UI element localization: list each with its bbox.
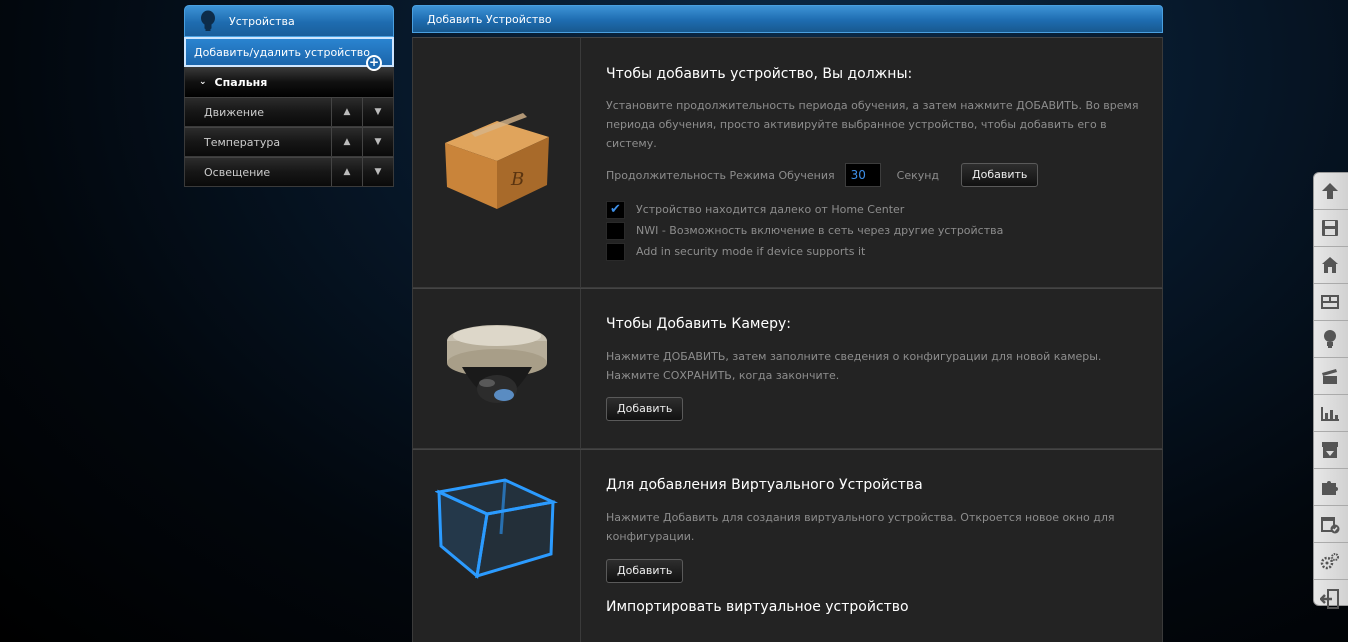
panel-header: Добавить Устройство bbox=[412, 5, 1163, 33]
schedule-icon bbox=[1321, 517, 1340, 534]
add-remove-device-button[interactable]: Добавить/удалить устройство + bbox=[184, 37, 394, 71]
option-far-from-hc[interactable]: ✔ Устройство находится далеко от Home Ce… bbox=[606, 199, 1142, 220]
move-down-icon[interactable]: ▼ bbox=[362, 128, 393, 156]
virtual-cube-icon bbox=[434, 478, 558, 579]
sidebar-item-label: Движение bbox=[204, 105, 265, 119]
plugins-icon bbox=[1322, 481, 1338, 495]
plugins-button[interactable] bbox=[1314, 469, 1348, 506]
logout-icon bbox=[1320, 588, 1339, 609]
option-label: NWI - Возможность включение в сеть через… bbox=[636, 224, 1004, 237]
sidebar-item-lighting[interactable]: Освещение ▲ ▼ bbox=[184, 157, 394, 187]
room-label: Спальня bbox=[214, 75, 268, 89]
chevron-down-icon: ⌄ bbox=[199, 77, 207, 87]
add-remove-device-label: Добавить/удалить устройство bbox=[194, 45, 370, 59]
settings-button[interactable] bbox=[1314, 543, 1348, 580]
option-label: Устройство находится далеко от Home Cent… bbox=[636, 203, 905, 216]
devices-button[interactable] bbox=[1314, 321, 1348, 358]
import-virtual-heading: Импортировать виртуальное устройство bbox=[606, 599, 909, 615]
settings-icon bbox=[1320, 553, 1339, 570]
move-down-icon[interactable]: ▼ bbox=[362, 98, 393, 126]
checkbox[interactable] bbox=[606, 221, 625, 240]
devices-header[interactable]: Устройства bbox=[184, 5, 394, 37]
checkbox[interactable] bbox=[606, 242, 625, 261]
add-device-panel: Добавить Устройство B Чтобы добавить уст… bbox=[412, 5, 1163, 642]
move-up-icon[interactable]: ▲ bbox=[331, 98, 362, 126]
panels-icon bbox=[1321, 407, 1339, 421]
image-column bbox=[413, 450, 581, 642]
bulb-icon bbox=[1324, 330, 1336, 348]
add-device-section: B Чтобы добавить устройство, Вы должны: … bbox=[412, 37, 1163, 288]
camera-icon bbox=[446, 324, 547, 403]
sidebar: Устройства Добавить/удалить устройство +… bbox=[184, 5, 394, 187]
add-camera-section: Чтобы Добавить Камеру: Нажмите ДОБАВИТЬ,… bbox=[412, 288, 1163, 449]
duration-label: Продолжительность Режима Обучения bbox=[606, 168, 835, 182]
devices-header-label: Устройства bbox=[229, 14, 295, 28]
add-device-description: Установите продолжительность периода обу… bbox=[606, 99, 1139, 150]
logout-button[interactable] bbox=[1314, 580, 1348, 617]
upload-icon bbox=[1322, 183, 1338, 199]
duration-row: Продолжительность Режима Обучения 30 Сек… bbox=[606, 163, 1142, 187]
sidebar-item-label: Температура bbox=[204, 135, 281, 149]
rooms-icon bbox=[1321, 295, 1339, 309]
schedule-button[interactable] bbox=[1314, 506, 1348, 543]
right-toolbar bbox=[1313, 172, 1348, 609]
add-device-button[interactable]: Добавить bbox=[961, 163, 1039, 187]
scenes-icon bbox=[1322, 369, 1337, 384]
add-device-content: Чтобы добавить устройство, Вы должны: Ус… bbox=[606, 38, 1142, 262]
backup-icon bbox=[1322, 442, 1338, 458]
seconds-label: Секунд bbox=[896, 168, 940, 182]
move-up-icon[interactable]: ▲ bbox=[331, 128, 362, 156]
add-virtual-button[interactable]: Добавить bbox=[606, 559, 684, 583]
image-column: B bbox=[413, 38, 581, 287]
panels-button[interactable] bbox=[1314, 395, 1348, 432]
bulb-icon bbox=[201, 10, 215, 31]
add-virtual-heading: Для добавления Виртуального Устройства bbox=[606, 477, 923, 493]
sidebar-item-motion[interactable]: Движение ▲ ▼ bbox=[184, 97, 394, 127]
home-icon bbox=[1322, 257, 1338, 273]
add-device-heading: Чтобы добавить устройство, Вы должны: bbox=[606, 66, 913, 82]
add-virtual-description: Нажмите Добавить для создания виртуально… bbox=[606, 511, 1115, 543]
add-camera-content: Чтобы Добавить Камеру: Нажмите ДОБАВИТЬ,… bbox=[606, 289, 1142, 421]
move-up-icon[interactable]: ▲ bbox=[331, 158, 362, 186]
checkbox-checked[interactable]: ✔ bbox=[606, 200, 625, 219]
option-label: Add in security mode if device supports … bbox=[636, 245, 866, 258]
add-virtual-content: Для добавления Виртуального Устройства Н… bbox=[606, 450, 1142, 615]
move-down-icon[interactable]: ▼ bbox=[362, 158, 393, 186]
rooms-button[interactable] bbox=[1314, 284, 1348, 321]
svg-text:B: B bbox=[510, 169, 524, 190]
upload-button[interactable] bbox=[1314, 173, 1348, 210]
room-bedroom[interactable]: ⌄ Спальня bbox=[184, 67, 394, 97]
duration-input[interactable]: 30 bbox=[844, 163, 881, 187]
option-security-mode[interactable]: Add in security mode if device supports … bbox=[606, 241, 1142, 262]
image-column bbox=[413, 289, 581, 448]
save-icon bbox=[1322, 220, 1338, 236]
box-icon: B bbox=[444, 112, 549, 209]
home-button[interactable] bbox=[1314, 247, 1348, 284]
sidebar-item-label: Освещение bbox=[204, 165, 271, 179]
plus-circle-icon: + bbox=[366, 55, 382, 71]
panel-title: Добавить Устройство bbox=[427, 12, 552, 26]
add-camera-description: Нажмите ДОБАВИТЬ, затем заполните сведен… bbox=[606, 350, 1102, 382]
add-camera-button[interactable]: Добавить bbox=[606, 397, 684, 421]
options-list: ✔ Устройство находится далеко от Home Ce… bbox=[606, 199, 1142, 262]
add-virtual-section: Для добавления Виртуального Устройства Н… bbox=[412, 449, 1163, 642]
add-camera-heading: Чтобы Добавить Камеру: bbox=[606, 316, 791, 332]
save-button[interactable] bbox=[1314, 210, 1348, 247]
backup-button[interactable] bbox=[1314, 432, 1348, 469]
scenes-button[interactable] bbox=[1314, 358, 1348, 395]
sidebar-item-temperature[interactable]: Температура ▲ ▼ bbox=[184, 127, 394, 157]
option-nwi[interactable]: NWI - Возможность включение в сеть через… bbox=[606, 220, 1142, 241]
